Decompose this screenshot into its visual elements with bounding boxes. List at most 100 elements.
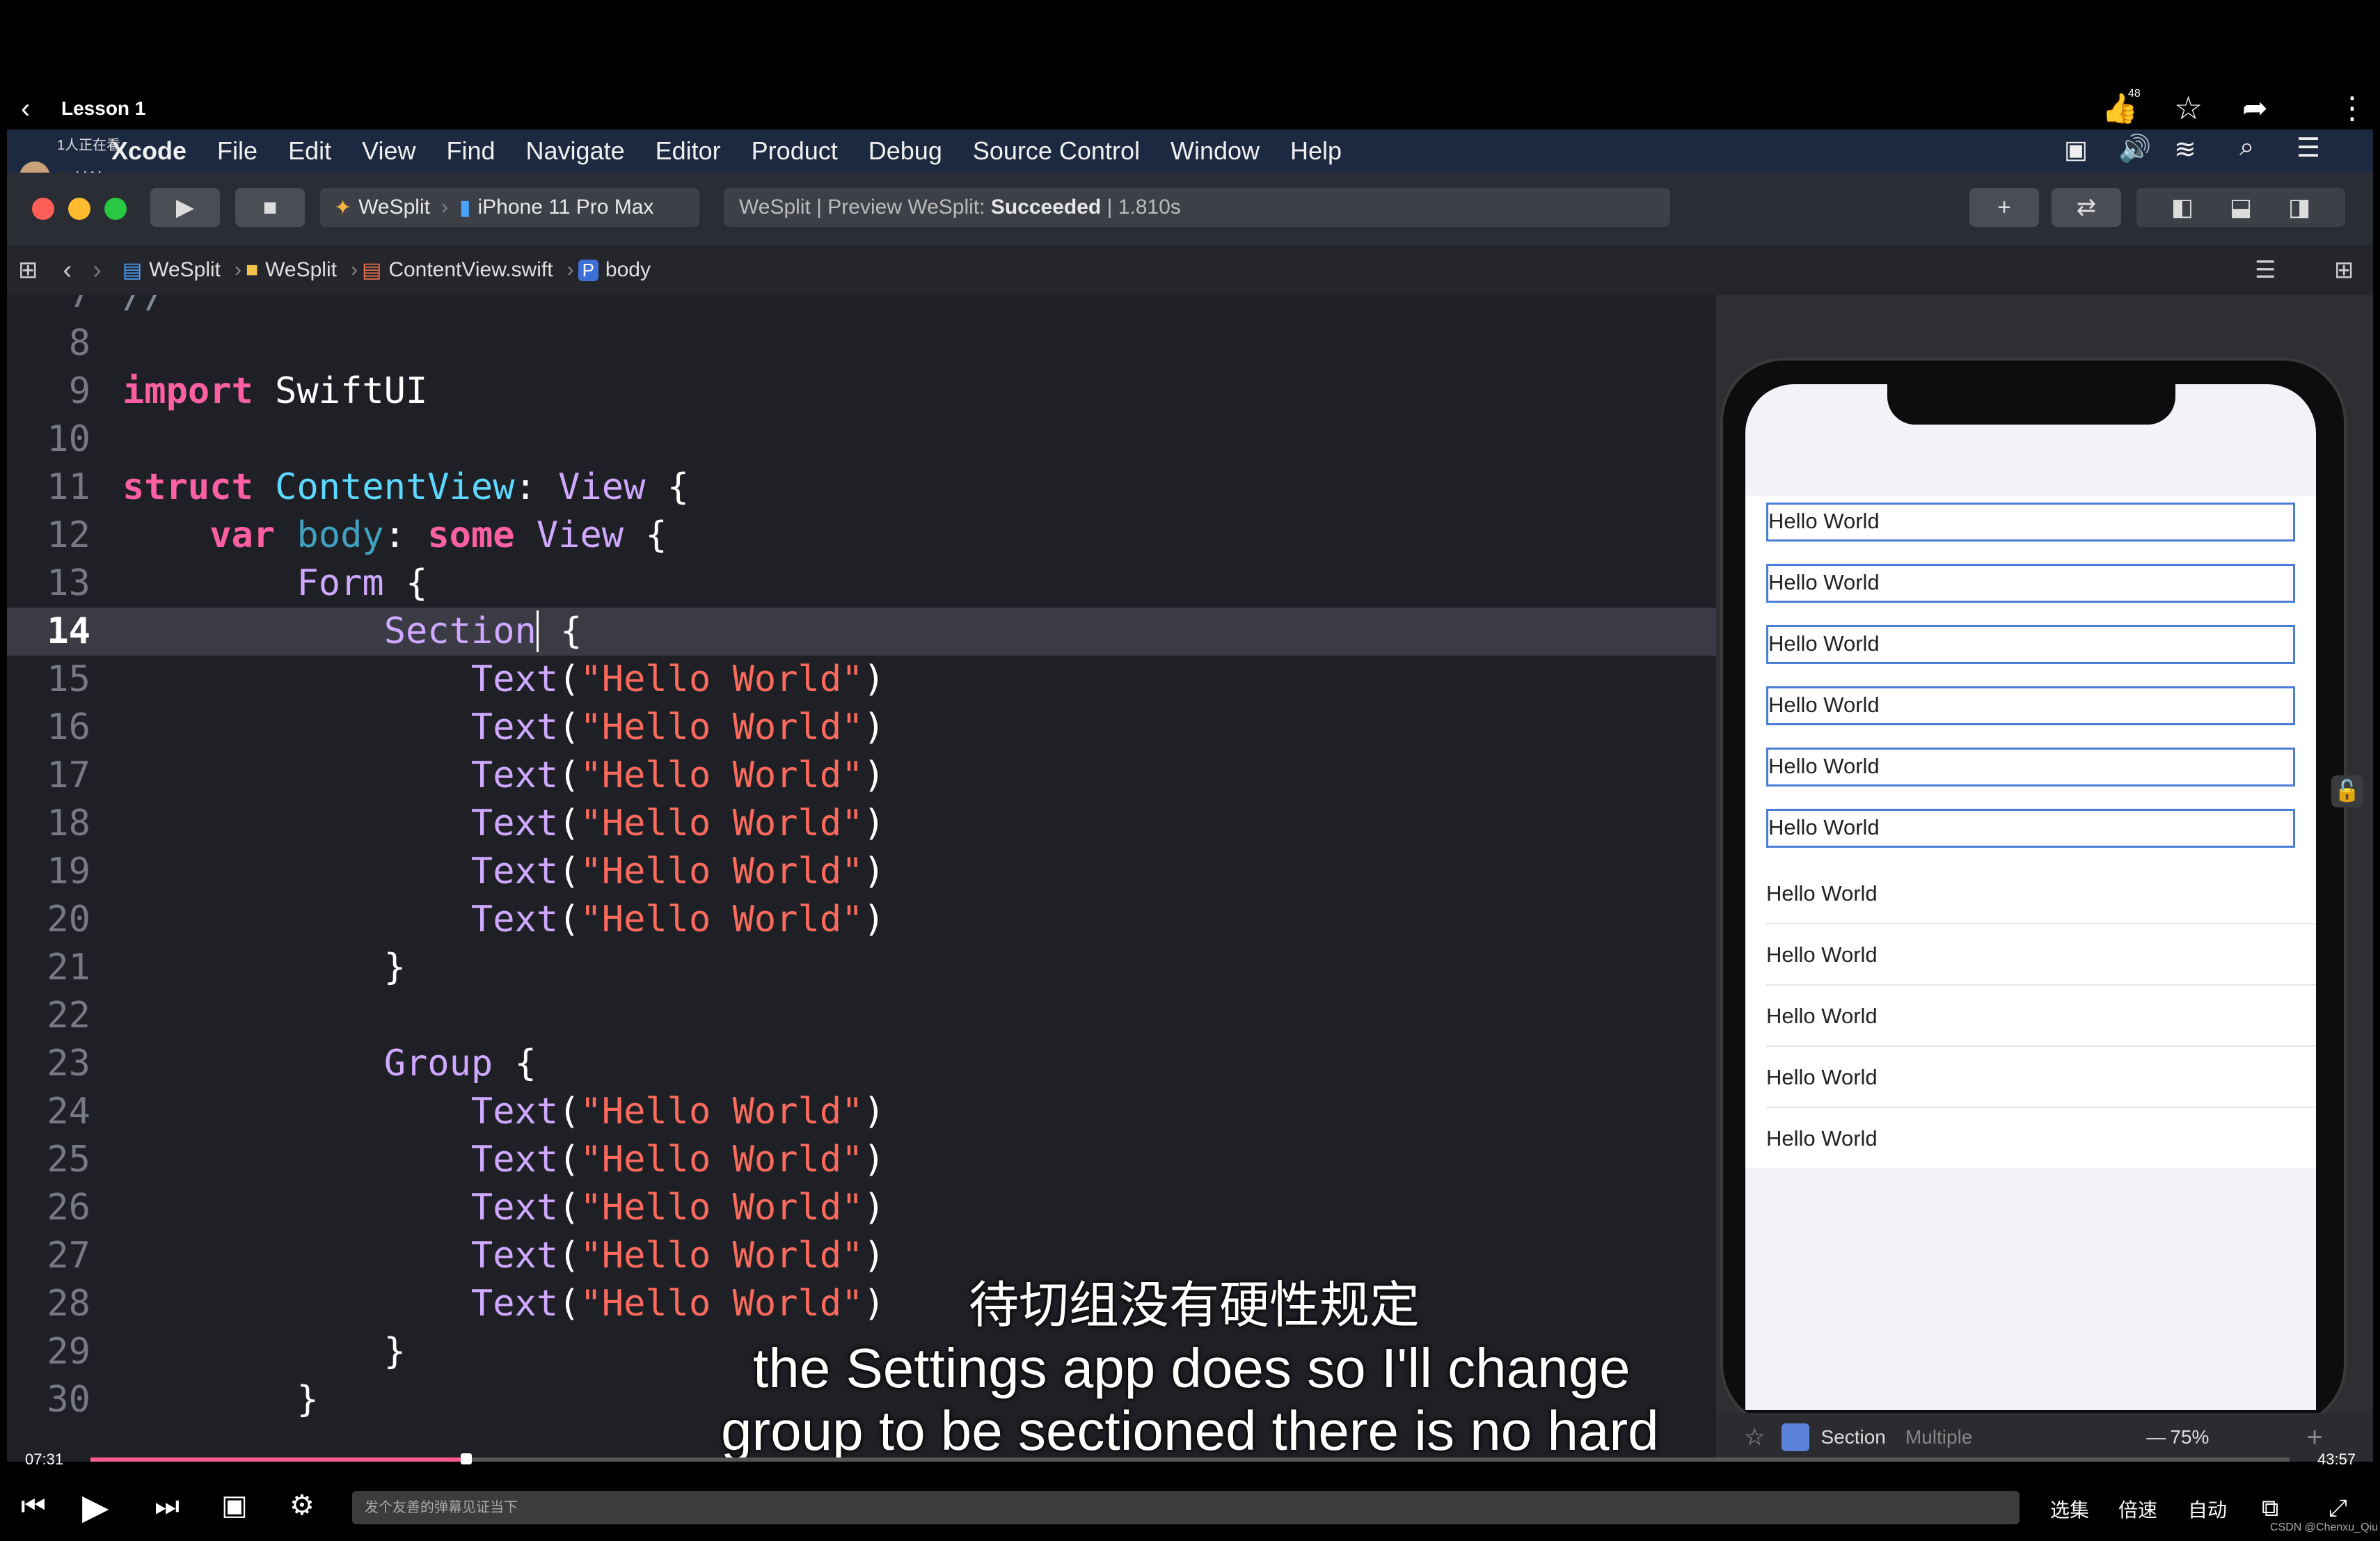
zoom-in-icon[interactable]: + [2306, 1422, 2322, 1453]
code-line: 22 [7, 992, 1716, 1040]
breadcrumb-label: ContentView.swift [388, 258, 553, 281]
mac-menu-bar: Xcode File Edit View Find Navigate Edito… [7, 129, 2373, 173]
zoom-window-button[interactable] [104, 198, 127, 220]
menu-help[interactable]: Help [1290, 136, 1342, 166]
row-label: Hello World [1766, 1126, 1878, 1151]
debug-area-toggle-icon[interactable]: ⬓ [2230, 193, 2252, 221]
subtitle-english-line2: group to be sectioned there is no hard [721, 1400, 1659, 1462]
preview-row-selected[interactable]: Hello World [1766, 503, 2295, 542]
more-icon[interactable]: ⋮ [2337, 90, 2367, 126]
preview-row-selected[interactable]: Hello World [1766, 564, 2295, 603]
menu-app-xcode[interactable]: Xcode [111, 136, 187, 166]
menu-source-control[interactable]: Source Control [973, 136, 1140, 166]
preview-row[interactable]: Hello World [1766, 1058, 2295, 1097]
chevron-right-icon: › [441, 196, 448, 219]
auto-quality-button[interactable]: 自动 [2188, 1495, 2227, 1523]
forward-nav-icon[interactable]: › [93, 255, 102, 285]
star-icon[interactable]: ☆ [2174, 89, 2203, 127]
project-icon: ▤ [122, 258, 143, 282]
related-items-icon[interactable]: ⊞ [18, 256, 38, 284]
preview-section-label[interactable]: Section [1820, 1426, 1885, 1448]
subtitle-english-line1: the Settings app does so I'll change [753, 1337, 1631, 1399]
split-editor-icon[interactable]: ⊞ [2334, 256, 2354, 284]
chevron-right-icon: › [235, 258, 241, 281]
code-line: 17 Text("Hello World") [7, 752, 1716, 800]
preview-row[interactable]: Hello World [1766, 935, 2295, 974]
scheme-name: WeSplit [358, 196, 430, 219]
preview-row-selected[interactable]: Hello World [1766, 686, 2295, 725]
code-line: 13 Form { [7, 560, 1716, 608]
menu-debug[interactable]: Debug [868, 136, 942, 166]
code-text: } [122, 1331, 406, 1373]
code-text: // [122, 295, 166, 316]
fullscreen-icon[interactable]: ⤢ [2329, 1495, 2347, 1522]
keyword: import [122, 370, 253, 412]
preview-row-selected[interactable]: Hello World [1766, 748, 2295, 787]
code-line: 18 Text("Hello World") [7, 800, 1716, 848]
preview-row[interactable]: Hello World [1766, 874, 2295, 913]
breadcrumb-folder[interactable]: ■ WeSplit [246, 258, 337, 282]
pin-icon[interactable]: ☆ [1744, 1423, 1765, 1451]
back-icon[interactable]: ‹ [21, 93, 30, 125]
share-icon[interactable]: ➦ [2242, 90, 2268, 126]
zoom-out-icon[interactable]: — [2146, 1426, 2166, 1448]
run-button[interactable]: ▶ [150, 188, 220, 227]
row-label: Hello World [1768, 693, 1880, 717]
lock-icon[interactable]: 🔓 [2331, 775, 2363, 807]
episodes-button[interactable]: 选集 [2050, 1495, 2089, 1523]
breadcrumb-file[interactable]: ▤ ContentView.swift [362, 258, 553, 283]
preview-mode-label[interactable]: Multiple [1905, 1426, 1972, 1448]
row-divider [1766, 984, 2316, 986]
like-count: 48 [2128, 88, 2141, 100]
speed-button[interactable]: 倍速 [2118, 1495, 2157, 1523]
row-divider [1766, 1045, 2316, 1047]
breadcrumb-project[interactable]: ▤ WeSplit [122, 258, 221, 283]
picture-in-picture-icon[interactable]: ⧉ [2262, 1495, 2278, 1522]
progress-handle[interactable] [461, 1453, 473, 1464]
back-nav-icon[interactable]: ‹ [63, 255, 72, 285]
code-line: 20 Text("Hello World") [7, 896, 1716, 944]
zoom-level[interactable]: 75% [2170, 1426, 2209, 1448]
preview-row-selected[interactable]: Hello World [1766, 625, 2295, 664]
menu-file[interactable]: File [217, 136, 257, 166]
line-number: 13 [47, 562, 90, 604]
code-line: 7 // [7, 295, 1716, 319]
inspector-toggle-icon[interactable]: ◨ [2288, 193, 2310, 221]
menu-navigate[interactable]: Navigate [526, 136, 625, 166]
navigator-toggle-icon[interactable]: ◧ [2171, 193, 2193, 221]
section-icon [1782, 1423, 1810, 1451]
stop-button[interactable]: ■ [235, 188, 305, 227]
scheme-selector[interactable]: ✦ WeSplit › ▮ iPhone 11 Pro Max [320, 188, 699, 227]
library-button[interactable]: + [1969, 188, 2039, 227]
panel-toggles: ◧ ⬓ ◨ [2136, 188, 2345, 227]
menu-product[interactable]: Product [752, 136, 838, 166]
menu-window[interactable]: Window [1171, 136, 1260, 166]
danmaku-settings-icon[interactable]: ⚙ [289, 1489, 315, 1522]
line-number: 25 [47, 1139, 90, 1180]
close-window-button[interactable] [32, 198, 54, 220]
preview-row-selected[interactable]: Hello World [1766, 809, 2295, 848]
code-review-button[interactable]: ⇄ [2052, 188, 2121, 227]
next-icon[interactable]: ⏭ [154, 1491, 180, 1522]
menu-view[interactable]: View [362, 136, 415, 166]
code-line: 23 Group { [7, 1040, 1716, 1088]
menu-editor[interactable]: Editor [656, 136, 721, 166]
breadcrumb-symbol[interactable]: Pbody [578, 258, 651, 282]
danmaku-toggle-icon[interactable]: ▣ [221, 1489, 248, 1522]
minimize-window-button[interactable] [68, 198, 90, 220]
preview-row[interactable]: Hello World [1766, 997, 2295, 1036]
danmaku-input[interactable]: 发个友善的弹幕见证当下 [352, 1491, 2020, 1524]
menu-edit[interactable]: Edit [288, 136, 331, 166]
code-line: 26 Text("Hello World") [7, 1184, 1716, 1232]
adjust-editor-icon[interactable]: ☰ [2255, 256, 2276, 284]
code-line: 21 } [7, 944, 1716, 992]
device-icon: ▮ [459, 196, 471, 219]
play-icon[interactable]: ▶ [82, 1487, 109, 1527]
menu-find[interactable]: Find [447, 136, 495, 166]
preview-row[interactable]: Hello World [1766, 1119, 2295, 1158]
previous-icon[interactable]: ⏮ [21, 1491, 46, 1522]
code-editor[interactable]: 7// 8 9 import SwiftUI 10 11 struct Conten… [7, 295, 1716, 1462]
screen-record-icon: ▣ [2064, 135, 2088, 164]
iphone-notch [1887, 384, 2175, 425]
line-number: 9 [68, 370, 90, 412]
